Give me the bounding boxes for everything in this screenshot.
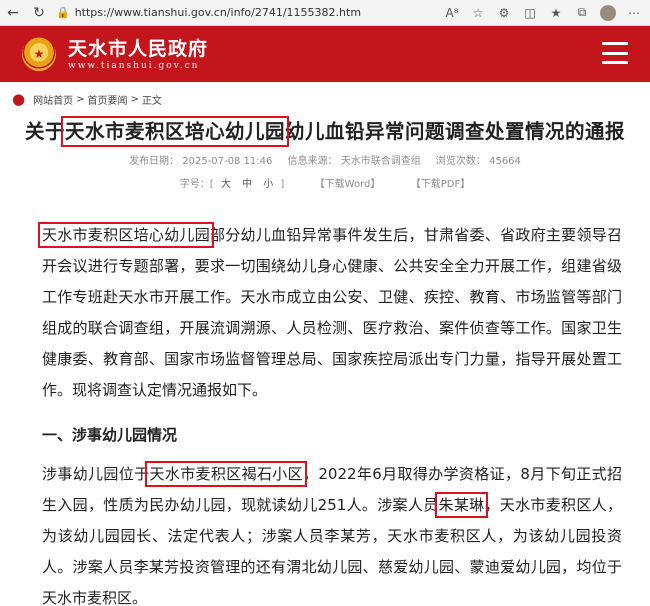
download-pdf-link[interactable]: 【下载PDF】: [411, 179, 470, 190]
para1-highlight: 天水市麦积区培心幼儿园: [38, 222, 214, 248]
para2-highlight-location: 天水市麦积区褐石小区: [145, 461, 308, 487]
hamburger-menu-icon[interactable]: [602, 42, 628, 64]
refresh-icon[interactable]: ↻: [26, 0, 52, 26]
read-aloud-icon[interactable]: A⁸: [440, 1, 464, 25]
para2-highlight-name: 朱某琳: [434, 492, 489, 518]
split-screen-icon[interactable]: ◫: [518, 1, 542, 25]
back-icon[interactable]: ←: [0, 0, 26, 26]
info-source: 信息来源： 天水市联合调查组: [287, 156, 421, 167]
download-word-link[interactable]: 【下载Word】: [315, 179, 381, 190]
font-size-label: 字号：[: [179, 179, 214, 190]
publish-date: 发布日期： 2025-07-08 11:46: [129, 156, 273, 167]
font-size-large[interactable]: 大: [221, 179, 231, 190]
paragraph-intro: 天水市麦积区培心幼儿园部分幼儿血铅异常事件发生后，甘肃省委、省政府主要领导召开会…: [30, 220, 622, 406]
lock-icon: 🔒: [56, 6, 70, 19]
extension-icon[interactable]: ⚙: [492, 1, 516, 25]
site-name[interactable]: 天水市人民政府: [68, 37, 208, 61]
article-title: 关于天水市麦积区培心幼儿园幼儿血铅异常问题调查处置情况的通报: [0, 116, 650, 147]
article-body: 天水市麦积区培心幼儿园部分幼儿血铅异常事件发生后，甘肃省委、省政府主要领导召开会…: [0, 220, 650, 606]
site-header: ★ 天水市人民政府 www.tianshui.gov.cn: [0, 26, 650, 82]
site-domain: www.tianshui.gov.cn: [68, 61, 200, 71]
breadcrumb-separator: >: [130, 93, 139, 105]
breadcrumb-current: 正文: [141, 95, 162, 107]
title-prefix: 关于: [24, 120, 65, 143]
para2-text-a: 涉事幼儿园位于: [42, 465, 150, 483]
article-meta: 发布日期： 2025-07-08 11:46 信息来源： 天水市联合调查组 浏览…: [0, 155, 650, 169]
profile-avatar[interactable]: [596, 1, 620, 25]
font-size-close: ]: [280, 179, 285, 190]
favorite-star-icon[interactable]: ☆: [466, 1, 490, 25]
browser-toolbar: ← ↻ 🔒 https://www.tianshui.gov.cn/info/2…: [0, 0, 650, 26]
location-pin-icon: ●: [12, 90, 26, 108]
collections-icon[interactable]: ⧉: [570, 1, 594, 25]
favorites-icon[interactable]: ★: [544, 1, 568, 25]
view-count: 浏览次数： 45664: [435, 156, 521, 167]
breadcrumb: ● 网站首页 > 首页要闻 > 正文: [0, 82, 650, 116]
title-suffix: 幼儿血铅异常问题调查处置情况的通报: [285, 120, 626, 143]
font-size-small[interactable]: 小: [263, 179, 273, 190]
address-bar[interactable]: 🔒 https://www.tianshui.gov.cn/info/2741/…: [52, 3, 440, 23]
url-text: https://www.tianshui.gov.cn/info/2741/11…: [74, 6, 362, 19]
para1-text: 部分幼儿血铅异常事件发生后，甘肃省委、省政府主要领导召开会议进行专题部署，要求一…: [42, 226, 622, 399]
section-heading: 一、涉事幼儿园情况: [42, 426, 178, 444]
breadcrumb-separator: >: [76, 93, 85, 105]
title-highlight: 天水市麦积区培心幼儿园: [60, 116, 290, 147]
paragraph-kindergarten: 涉事幼儿园位于天水市麦积区褐石小区，2022年6月取得办学资格证，8月下旬正式招…: [30, 459, 622, 606]
article-tools: 字号：[ 大 中 小 ] 【下载Word】 【下载PDF】: [0, 178, 650, 192]
font-size-medium[interactable]: 中: [242, 179, 252, 190]
breadcrumb-home[interactable]: 网站首页: [33, 92, 73, 107]
more-menu-icon[interactable]: ⋯: [622, 1, 646, 25]
national-emblem-icon: ★: [22, 37, 56, 71]
breadcrumb-section[interactable]: 首页要闻: [87, 92, 127, 107]
